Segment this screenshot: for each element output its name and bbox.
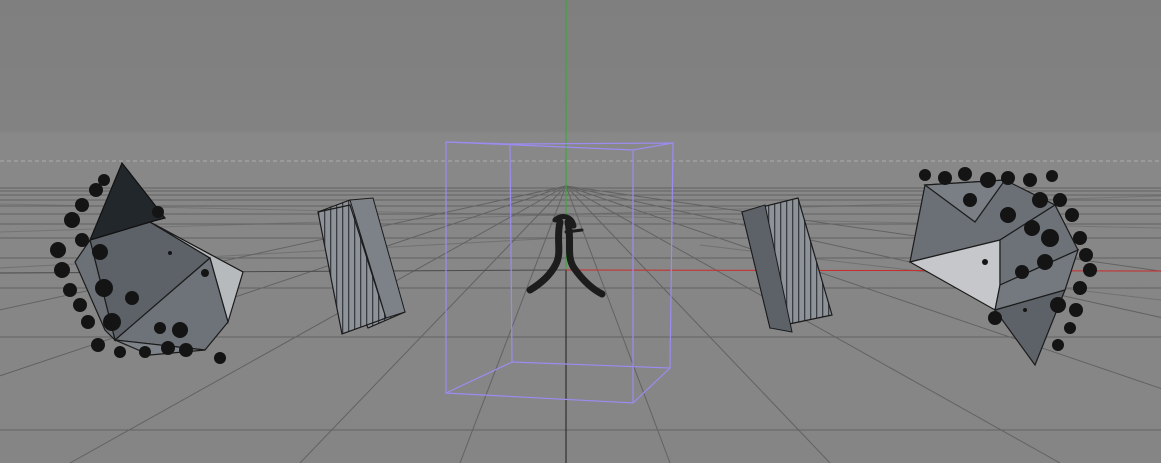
3d-viewport[interactable] xyxy=(0,0,1161,463)
